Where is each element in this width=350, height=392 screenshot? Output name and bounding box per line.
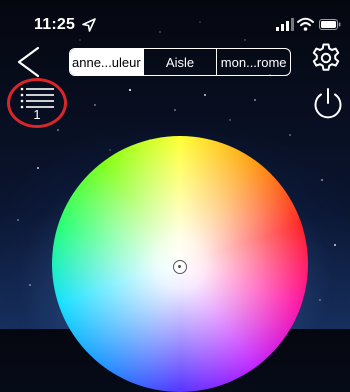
status-time: 11:25 bbox=[34, 16, 76, 33]
cellular-signal-icon bbox=[276, 18, 294, 31]
wifi-icon bbox=[297, 17, 314, 31]
tab-color-ring[interactable]: anne...uleur bbox=[70, 49, 143, 75]
group-count: 1 bbox=[33, 107, 41, 122]
mode-tab-bar: anne...uleur Aisle mon...rome bbox=[69, 48, 291, 76]
group-list-button[interactable]: 1 bbox=[7, 78, 67, 128]
color-picker-handle[interactable] bbox=[173, 260, 187, 274]
gear-icon[interactable] bbox=[310, 42, 342, 74]
battery-icon bbox=[319, 19, 341, 30]
back-button[interactable] bbox=[14, 44, 42, 80]
tab-monochrome[interactable]: mon...rome bbox=[216, 49, 290, 75]
status-bar: 11:25 bbox=[0, 0, 350, 44]
power-button[interactable] bbox=[310, 86, 346, 122]
tab-aisle[interactable]: Aisle bbox=[142, 49, 217, 75]
location-arrow-icon bbox=[82, 18, 96, 32]
